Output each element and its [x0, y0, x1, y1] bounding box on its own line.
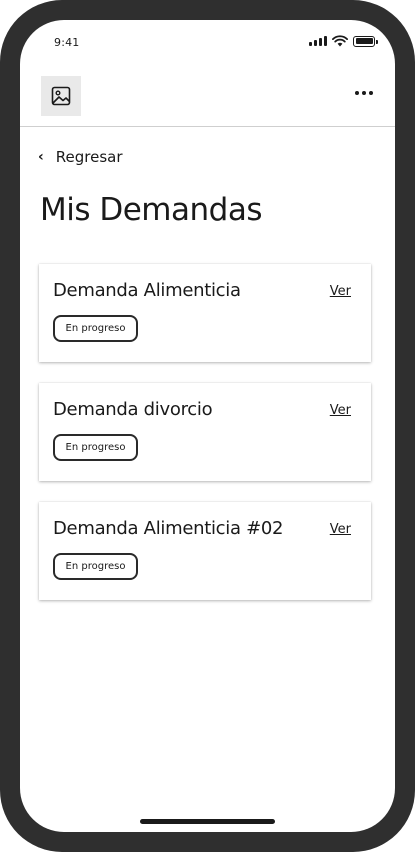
status-time: 9:41 [54, 36, 80, 49]
demand-title: Demanda Alimenticia [53, 280, 241, 301]
image-placeholder-icon [41, 76, 81, 116]
screen: 9:41 ‹ Regresar Mis Demandas Demanda Ali… [20, 20, 395, 832]
demand-title: Demanda divorcio [53, 399, 213, 420]
battery-icon [353, 35, 378, 47]
view-link[interactable]: Ver [330, 284, 351, 299]
demand-card: Demanda Alimenticia #02 Ver En progreso [39, 502, 371, 600]
view-link[interactable]: Ver [330, 522, 351, 537]
page-title: Mis Demandas [40, 192, 262, 228]
back-button[interactable]: ‹ Regresar [38, 148, 123, 166]
more-dot-icon [369, 91, 373, 95]
demand-card: Demanda Alimenticia Ver En progreso [39, 264, 371, 362]
demand-title: Demanda Alimenticia #02 [53, 518, 284, 539]
home-indicator [140, 819, 275, 824]
signal-icon [309, 36, 327, 46]
more-dot-icon [355, 91, 359, 95]
header-divider [20, 126, 395, 127]
chevron-left-icon: ‹ [38, 149, 44, 165]
view-link[interactable]: Ver [330, 403, 351, 418]
status-badge: En progreso [53, 434, 138, 461]
back-label: Regresar [55, 148, 123, 166]
status-icons [309, 35, 378, 47]
status-badge: En progreso [53, 315, 138, 342]
demand-card: Demanda divorcio Ver En progreso [39, 383, 371, 481]
wifi-icon [332, 35, 348, 47]
more-dot-icon [362, 91, 366, 95]
more-options-button[interactable] [355, 91, 373, 95]
app-bar [20, 76, 395, 126]
status-badge: En progreso [53, 553, 138, 580]
phone-frame: 9:41 ‹ Regresar Mis Demandas Demanda Ali… [0, 0, 415, 852]
